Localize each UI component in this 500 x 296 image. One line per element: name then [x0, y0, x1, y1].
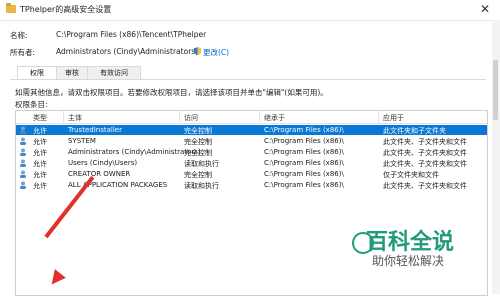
cell-principal: Administrators (Cindy\Administrators)	[68, 148, 201, 156]
watermark-subtitle: 助你轻松解决	[372, 254, 445, 268]
cell-access: 完全控制	[184, 171, 212, 179]
header-type[interactable]: 类型	[33, 113, 47, 123]
cell-type: 允许	[33, 160, 47, 168]
cell-type: 允许	[33, 182, 47, 190]
header-access[interactable]: 访问	[184, 113, 198, 123]
user-icon	[20, 181, 26, 189]
cell-principal: SYSTEM	[68, 137, 96, 145]
cell-inherited: C:\Program Files (x86)\	[264, 159, 344, 167]
name-label: 名称:	[10, 31, 28, 40]
header-principal[interactable]: 主体	[68, 113, 82, 123]
window-scrollbar[interactable]	[492, 20, 500, 294]
cell-principal: CREATOR OWNER	[68, 170, 131, 178]
cell-type: 允许	[33, 171, 47, 179]
table-row[interactable]: 允许 SYSTEM 完全控制 C:\Program Files (x86)\ 此…	[16, 136, 487, 146]
owner-label: 所有者:	[10, 48, 36, 57]
user-icon	[20, 159, 26, 167]
cell-access: 读取和执行	[184, 182, 219, 190]
header-inherited[interactable]: 继承于	[264, 113, 285, 123]
description-text: 如需其他信息，请双击权限项目。若要修改权限项目，请选择该项目并单击"编辑"(如果…	[15, 88, 328, 97]
header-applies[interactable]: 应用于	[383, 113, 404, 123]
user-icon	[20, 137, 26, 145]
tab-auditing[interactable]: 审核	[56, 66, 88, 79]
cell-type: 允许	[33, 138, 47, 146]
folder-icon	[6, 3, 16, 13]
user-icon	[20, 126, 26, 134]
window-title: TPhelper的高级安全设置	[20, 5, 112, 14]
table-header: 类型 主体 访问 继承于 应用于	[16, 111, 487, 124]
cell-type: 允许	[33, 149, 47, 157]
owner-value: Administrators (Cindy\Administrators)	[56, 47, 199, 56]
cell-applies: 此文件夹、子文件夹和文件	[383, 149, 467, 157]
cell-access: 完全控制	[184, 127, 212, 135]
cell-applies: 此文件夹、子文件夹和文件	[383, 160, 467, 168]
title-bar: TPhelper的高级安全设置 ✕	[0, 0, 500, 21]
entries-label: 权限条目:	[15, 100, 48, 109]
cell-access: 完全控制	[184, 138, 212, 146]
user-icon	[20, 148, 26, 156]
table-row[interactable]: 允许 CREATOR OWNER 完全控制 C:\Program Files (…	[16, 169, 487, 179]
cell-inherited: C:\Program Files (x86)\	[264, 170, 344, 178]
table-row[interactable]: 允许 Users (Cindy\Users) 读取和执行 C:\Program …	[16, 158, 487, 168]
cell-applies: 此文件夹和子文件夹	[383, 127, 446, 135]
cell-access: 完全控制	[184, 149, 212, 157]
cell-principal: TrustedInstaller	[68, 126, 122, 134]
tab-effective-access[interactable]: 有效访问	[87, 66, 141, 79]
user-icon	[20, 170, 26, 178]
cell-inherited: C:\Program Files (x86)\	[264, 148, 344, 156]
close-button[interactable]: ✕	[478, 2, 492, 16]
cell-applies: 仅子文件夹和文件	[383, 171, 439, 179]
change-owner-link[interactable]: 更改(C)	[203, 47, 229, 58]
table-row[interactable]: 允许 TrustedInstaller 完全控制 C:\Program File…	[16, 125, 487, 135]
cell-inherited: C:\Program Files (x86)\	[264, 137, 344, 145]
cell-principal: Users (Cindy\Users)	[68, 159, 138, 167]
shield-icon	[194, 47, 201, 55]
cell-inherited: C:\Program Files (x86)\	[264, 181, 344, 189]
cell-applies: 此文件夹、子文件夹和文件	[383, 138, 467, 146]
tab-permissions[interactable]: 权限	[17, 66, 57, 80]
cell-access: 读取和执行	[184, 160, 219, 168]
name-value: C:\Program Files (x86)\Tencent\TPhelper	[56, 30, 207, 39]
watermark-logo: 百科全说 助你轻松解决	[352, 224, 482, 284]
scrollbar-thumb[interactable]	[493, 60, 498, 120]
cell-applies: 此文件夹、子文件夹和文件	[383, 182, 467, 190]
cell-type: 允许	[33, 127, 47, 135]
table-row[interactable]: 允许 Administrators (Cindy\Administrators)…	[16, 147, 487, 157]
cell-inherited: C:\Program Files (x86)\	[264, 126, 344, 134]
